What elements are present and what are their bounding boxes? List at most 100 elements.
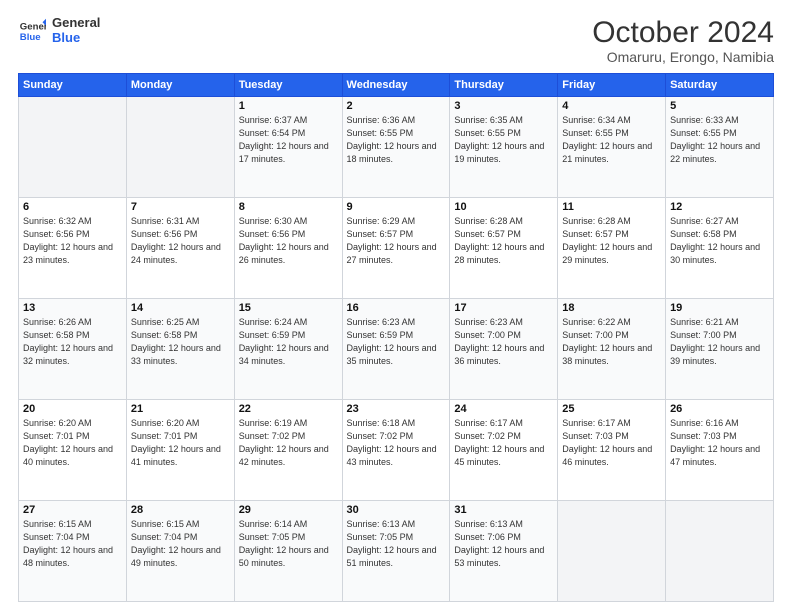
day-number: 25 <box>562 403 661 415</box>
day-number: 3 <box>454 100 553 112</box>
calendar-cell: 23 Sunrise: 6:18 AMSunset: 7:02 PMDayligh… <box>342 400 450 501</box>
calendar-cell: 2Sunrise: 6:36 AMSunset: 6:55 PMDaylight… <box>342 97 450 198</box>
day-number: 17 <box>454 302 553 314</box>
day-info: Sunrise: 6:31 AMSunset: 6:56 PMDaylight:… <box>131 216 221 265</box>
calendar-header-cell: Monday <box>126 74 234 97</box>
day-info: Sunrise: 6:30 AMSunset: 6:56 PMDaylight:… <box>239 216 329 265</box>
calendar-cell: 27 Sunrise: 6:15 AMSunset: 7:04 PMDayligh… <box>19 501 127 602</box>
day-info: Sunrise: 6:13 AMSunset: 7:06 PMDaylight:… <box>454 519 544 568</box>
day-number: 5 <box>670 100 769 112</box>
day-number: 10 <box>454 201 553 213</box>
day-number: 26 <box>670 403 769 415</box>
day-info: Sunrise: 6:19 AMSunset: 7:02 PMDaylight:… <box>239 418 329 467</box>
day-info: Sunrise: 6:20 AMSunset: 7:01 PMDaylight:… <box>23 418 113 467</box>
calendar-cell: 6 Sunrise: 6:32 AMSunset: 6:56 PMDaylight… <box>19 198 127 299</box>
day-info: Sunrise: 6:16 AMSunset: 7:03 PMDaylight:… <box>670 418 760 467</box>
day-number: 23 <box>347 403 446 415</box>
day-number: 24 <box>454 403 553 415</box>
calendar-cell: 13 Sunrise: 6:26 AMSunset: 6:58 PMDayligh… <box>19 299 127 400</box>
day-info: Sunrise: 6:25 AMSunset: 6:58 PMDaylight:… <box>131 317 221 366</box>
calendar-cell: 1 Sunrise: 6:37 AMSunset: 6:54 PMDaylight… <box>234 97 342 198</box>
calendar-week-row: 20Sunrise: 6:20 AMSunset: 7:01 PMDayligh… <box>19 400 774 501</box>
calendar-cell: 12Sunrise: 6:27 AMSunset: 6:58 PMDayligh… <box>666 198 774 299</box>
day-number: 27 <box>23 504 122 516</box>
calendar-cell: 4Sunrise: 6:34 AMSunset: 6:55 PMDaylight… <box>558 97 666 198</box>
calendar-cell: 21Sunrise: 6:20 AMSunset: 7:01 PMDayligh… <box>126 400 234 501</box>
calendar-cell: 11 Sunrise: 6:28 AMSunset: 6:57 PMDayligh… <box>558 198 666 299</box>
calendar-cell: 20Sunrise: 6:20 AMSunset: 7:01 PMDayligh… <box>19 400 127 501</box>
page: General Blue General Blue October 2024 O… <box>0 0 792 612</box>
day-info: Sunrise: 6:24 AMSunset: 6:59 PMDaylight:… <box>239 317 329 366</box>
calendar-cell: 19 Sunrise: 6:21 AMSunset: 7:00 PMDayligh… <box>666 299 774 400</box>
calendar-header-cell: Tuesday <box>234 74 342 97</box>
day-info: Sunrise: 6:34 AMSunset: 6:55 PMDaylight:… <box>562 115 652 164</box>
calendar-cell <box>19 97 127 198</box>
day-info: Sunrise: 6:32 AMSunset: 6:56 PMDaylight:… <box>23 216 113 265</box>
calendar-header-cell: Saturday <box>666 74 774 97</box>
calendar-cell <box>666 501 774 602</box>
day-number: 29 <box>239 504 338 516</box>
day-info: Sunrise: 6:15 AMSunset: 7:04 PMDaylight:… <box>23 519 113 568</box>
day-number: 16 <box>347 302 446 314</box>
day-number: 30 <box>347 504 446 516</box>
day-number: 28 <box>131 504 230 516</box>
calendar-cell: 22Sunrise: 6:19 AMSunset: 7:02 PMDayligh… <box>234 400 342 501</box>
day-number: 18 <box>562 302 661 314</box>
day-info: Sunrise: 6:22 AMSunset: 7:00 PMDaylight:… <box>562 317 652 366</box>
calendar-header-cell: Sunday <box>19 74 127 97</box>
day-number: 15 <box>239 302 338 314</box>
calendar-cell <box>558 501 666 602</box>
calendar-cell: 26 Sunrise: 6:16 AMSunset: 7:03 PMDayligh… <box>666 400 774 501</box>
day-info: Sunrise: 6:14 AMSunset: 7:05 PMDaylight:… <box>239 519 329 568</box>
day-number: 31 <box>454 504 553 516</box>
header: General Blue General Blue October 2024 O… <box>18 16 774 65</box>
day-info: Sunrise: 6:37 AMSunset: 6:54 PMDaylight:… <box>239 115 329 164</box>
logo-blue: Blue <box>52 31 100 46</box>
day-info: Sunrise: 6:36 AMSunset: 6:55 PMDaylight:… <box>347 115 437 164</box>
day-info: Sunrise: 6:13 AMSunset: 7:05 PMDaylight:… <box>347 519 437 568</box>
day-info: Sunrise: 6:26 AMSunset: 6:58 PMDaylight:… <box>23 317 113 366</box>
day-info: Sunrise: 6:28 AMSunset: 6:57 PMDaylight:… <box>454 216 544 265</box>
calendar-header-row: SundayMondayTuesdayWednesdayThursdayFrid… <box>19 74 774 97</box>
calendar-header-cell: Thursday <box>450 74 558 97</box>
day-info: Sunrise: 6:33 AMSunset: 6:55 PMDaylight:… <box>670 115 760 164</box>
day-info: Sunrise: 6:23 AMSunset: 7:00 PMDaylight:… <box>454 317 544 366</box>
calendar-header-cell: Friday <box>558 74 666 97</box>
day-info: Sunrise: 6:15 AMSunset: 7:04 PMDaylight:… <box>131 519 221 568</box>
calendar-cell: 14 Sunrise: 6:25 AMSunset: 6:58 PMDayligh… <box>126 299 234 400</box>
svg-text:Blue: Blue <box>20 32 41 43</box>
calendar-cell: 30 Sunrise: 6:13 AMSunset: 7:05 PMDayligh… <box>342 501 450 602</box>
day-info: Sunrise: 6:18 AMSunset: 7:02 PMDaylight:… <box>347 418 437 467</box>
day-number: 13 <box>23 302 122 314</box>
calendar-header-cell: Wednesday <box>342 74 450 97</box>
subtitle: Omaruru, Erongo, Namibia <box>592 49 774 65</box>
day-number: 14 <box>131 302 230 314</box>
svg-text:General: General <box>20 21 46 32</box>
day-info: Sunrise: 6:21 AMSunset: 7:00 PMDaylight:… <box>670 317 760 366</box>
calendar-cell: 18 Sunrise: 6:22 AMSunset: 7:00 PMDayligh… <box>558 299 666 400</box>
calendar-week-row: 13 Sunrise: 6:26 AMSunset: 6:58 PMDayligh… <box>19 299 774 400</box>
day-info: Sunrise: 6:17 AMSunset: 7:03 PMDaylight:… <box>562 418 652 467</box>
day-info: Sunrise: 6:17 AMSunset: 7:02 PMDaylight:… <box>454 418 544 467</box>
calendar-cell: 3Sunrise: 6:35 AMSunset: 6:55 PMDaylight… <box>450 97 558 198</box>
calendar-week-row: 1 Sunrise: 6:37 AMSunset: 6:54 PMDaylight… <box>19 97 774 198</box>
calendar-cell: 7 Sunrise: 6:31 AMSunset: 6:56 PMDaylight… <box>126 198 234 299</box>
calendar-week-row: 6 Sunrise: 6:32 AMSunset: 6:56 PMDaylight… <box>19 198 774 299</box>
calendar-cell: 29 Sunrise: 6:14 AMSunset: 7:05 PMDayligh… <box>234 501 342 602</box>
calendar-cell: 9Sunrise: 6:29 AMSunset: 6:57 PMDaylight… <box>342 198 450 299</box>
day-number: 21 <box>131 403 230 415</box>
day-number: 7 <box>131 201 230 213</box>
day-number: 1 <box>239 100 338 112</box>
day-number: 19 <box>670 302 769 314</box>
day-info: Sunrise: 6:29 AMSunset: 6:57 PMDaylight:… <box>347 216 437 265</box>
calendar-cell: 28 Sunrise: 6:15 AMSunset: 7:04 PMDayligh… <box>126 501 234 602</box>
day-number: 6 <box>23 201 122 213</box>
main-title: October 2024 <box>592 16 774 49</box>
calendar-cell: 15 Sunrise: 6:24 AMSunset: 6:59 PMDayligh… <box>234 299 342 400</box>
day-info: Sunrise: 6:23 AMSunset: 6:59 PMDaylight:… <box>347 317 437 366</box>
logo: General Blue General Blue <box>18 16 100 46</box>
day-info: Sunrise: 6:28 AMSunset: 6:57 PMDaylight:… <box>562 216 652 265</box>
day-number: 8 <box>239 201 338 213</box>
calendar-cell: 24 Sunrise: 6:17 AMSunset: 7:02 PMDayligh… <box>450 400 558 501</box>
day-number: 11 <box>562 201 661 213</box>
